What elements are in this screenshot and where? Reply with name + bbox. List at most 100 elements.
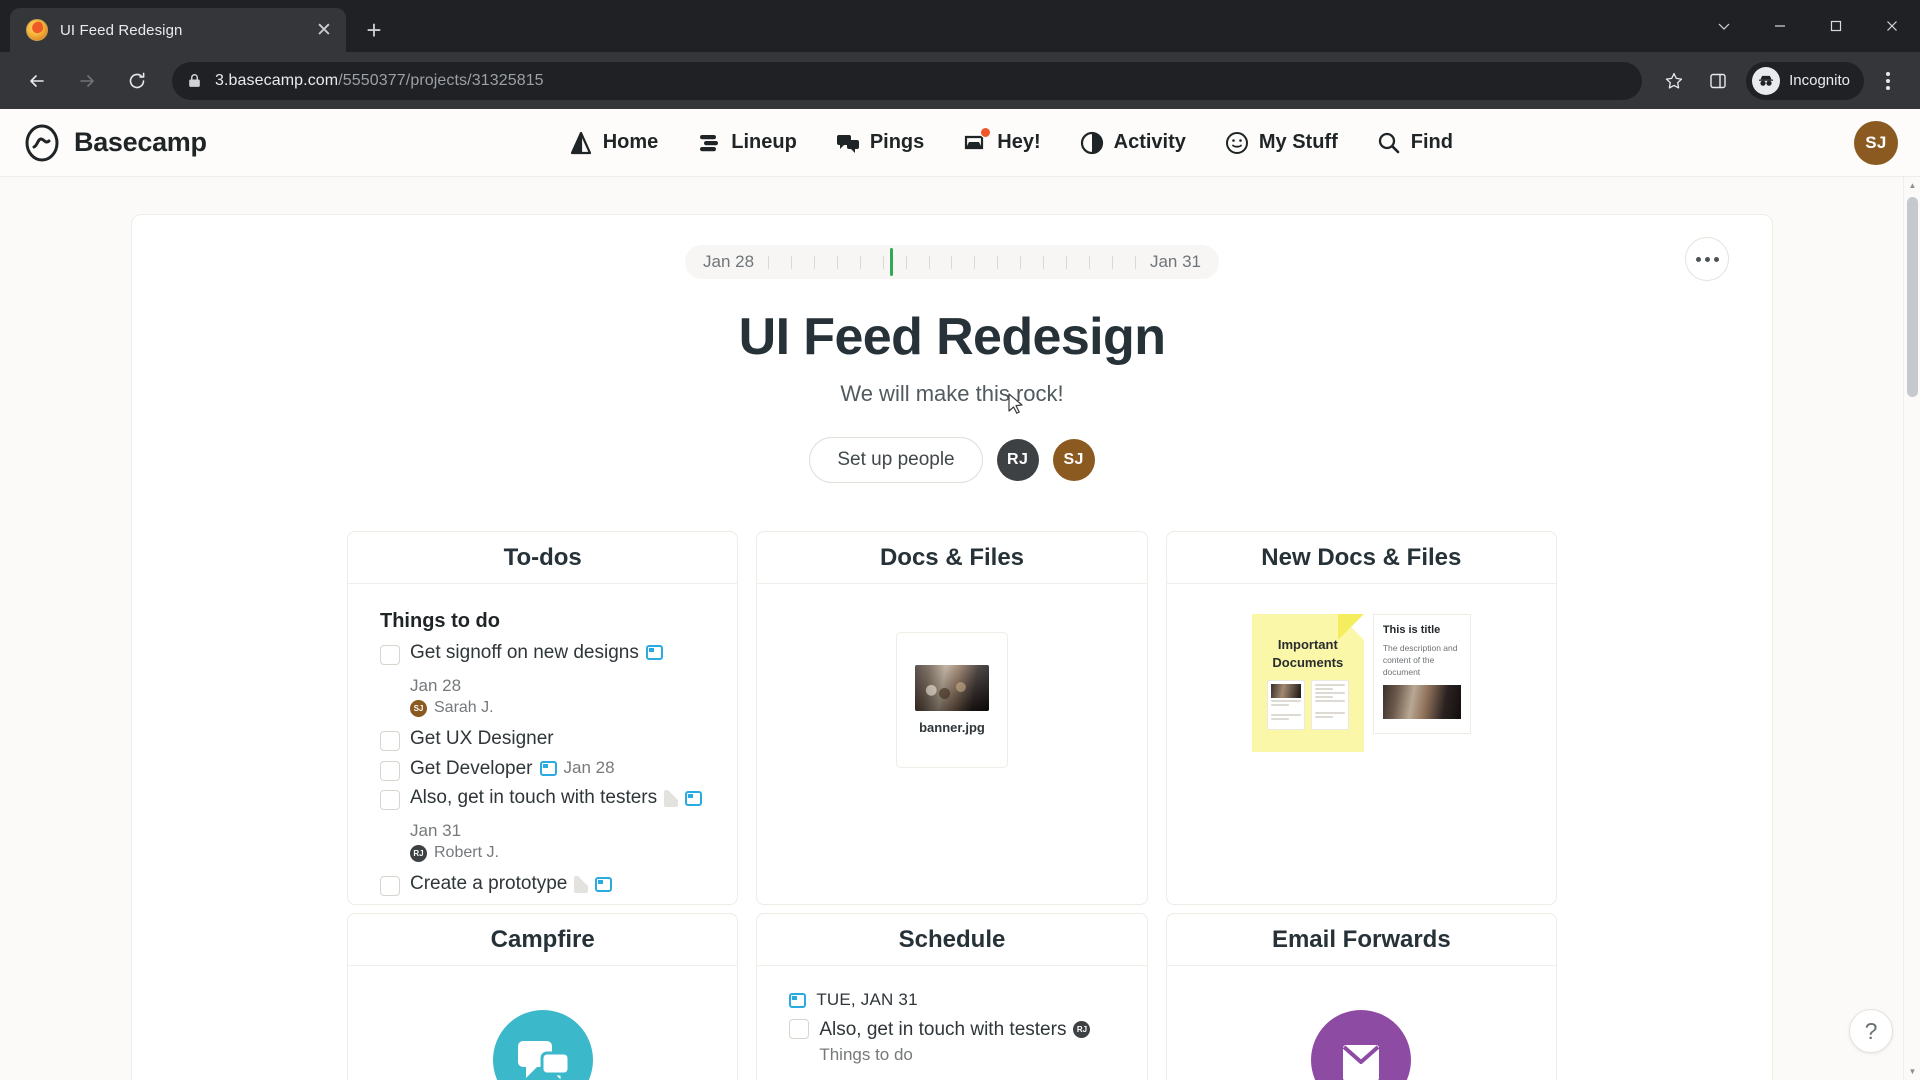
chevron-down-icon[interactable]	[1696, 0, 1752, 52]
help-button[interactable]: ?	[1849, 1009, 1893, 1053]
project-timeline[interactable]: Jan 28 Jan 31	[685, 245, 1219, 279]
address-bar[interactable]: 3.basecamp.com/5550377/projects/31325815	[172, 61, 1643, 100]
card-header: Schedule	[757, 914, 1147, 966]
side-panel-icon[interactable]	[1698, 61, 1738, 101]
avatar[interactable]: SJ	[1854, 120, 1898, 165]
nav-item-label: Activity	[1113, 131, 1186, 153]
list-item[interactable]: Get Developer Jan 28	[380, 755, 705, 783]
file-thumbnail	[1266, 680, 1305, 731]
todo-date: Jan 28	[563, 758, 615, 778]
list-item[interactable]: Also, get in touch with testers RJ Thing…	[789, 1016, 1114, 1065]
card-schedule[interactable]: Schedule TUE, JAN 31 Also, get in touch …	[756, 913, 1148, 1080]
page-viewport: Basecamp Home Lineup Pings Hey! Activity…	[0, 109, 1920, 1080]
document-preview-card[interactable]: This is title The description and conten…	[1372, 614, 1471, 734]
pings-chat-icon	[835, 130, 861, 156]
avatar[interactable]: RJ	[996, 439, 1039, 481]
url-text: 3.basecamp.com/5550377/projects/31325815	[215, 72, 544, 90]
list-item[interactable]: Create a prototype Jan 31 - Feb 2 RJ Rob…	[380, 870, 705, 904]
activity-pie-icon	[1079, 130, 1105, 156]
window-controls	[1696, 0, 1920, 52]
card-todos[interactable]: To-dos Things to do Get signoff on new d…	[347, 531, 739, 905]
basecamp-global-nav: Basecamp Home Lineup Pings Hey! Activity…	[0, 109, 1920, 177]
nav-item-label: Home	[602, 131, 659, 153]
card-body	[1167, 966, 1556, 1080]
nav-item-my-stuff[interactable]: My Stuff	[1224, 130, 1338, 156]
kebab-menu-icon[interactable]	[1868, 59, 1908, 103]
timeline-end-date: Jan 31	[1149, 252, 1201, 271]
browser-toolbar: 3.basecamp.com/5550377/projects/31325815…	[0, 52, 1920, 109]
star-icon[interactable]	[1654, 61, 1694, 101]
nav-item-find[interactable]: Find	[1376, 130, 1453, 156]
avatar[interactable]: SJ	[1052, 439, 1095, 481]
sticky-note-document[interactable]: Important Documents	[1251, 614, 1364, 752]
list-item[interactable]: Get signoff on new designs Jan 28 SJ Sar…	[380, 639, 705, 723]
card-header: Docs & Files	[757, 532, 1147, 584]
schedule-date-row: TUE, JAN 31	[789, 990, 1114, 1010]
close-icon[interactable]: ✕	[310, 16, 338, 44]
nav-item-home[interactable]: Home	[568, 130, 659, 156]
todo-checkbox[interactable]	[380, 790, 400, 811]
reload-icon[interactable]	[117, 61, 157, 101]
scrollbar-thumb[interactable]	[1907, 197, 1918, 397]
list-item[interactable]: Get UX Designer	[380, 725, 705, 753]
card-title: Campfire	[490, 925, 595, 953]
todo-checkbox[interactable]	[380, 645, 400, 665]
close-icon[interactable]	[1864, 0, 1920, 52]
set-up-people-button[interactable]: Set up people	[809, 437, 983, 483]
todo-group-title: Things to do	[380, 610, 500, 632]
nav-item-pings[interactable]: Pings	[835, 130, 924, 156]
document-icon	[664, 789, 679, 807]
nav-item-activity[interactable]: Activity	[1079, 130, 1186, 156]
card-body: Things to do Get signoff on new designs …	[348, 584, 737, 904]
browser-tab[interactable]: UI Feed Redesign ✕	[10, 8, 346, 52]
lineup-icon	[696, 130, 722, 156]
arrow-left-icon[interactable]	[17, 61, 57, 101]
scroll-up-icon[interactable]: ▲	[1904, 177, 1920, 194]
project-tools-grid: To-dos Things to do Get signoff on new d…	[132, 483, 1772, 1080]
avatar-initials: RJ	[1006, 451, 1029, 468]
page-scroll-area: Jan 28 Jan 31 UI Feed Redesign We will m…	[0, 177, 1920, 1080]
document-title: This is title	[1382, 624, 1441, 636]
minimize-icon[interactable]	[1752, 0, 1808, 52]
basecamp-logo[interactable]: Basecamp	[22, 123, 207, 163]
card-docs-files[interactable]: Docs & Files banner.jpg	[756, 531, 1148, 905]
mouse-cursor	[1008, 393, 1023, 414]
card-body	[348, 966, 737, 1080]
file-tile[interactable]: banner.jpg	[895, 632, 1008, 768]
ellipsis-icon[interactable]	[1685, 237, 1729, 281]
incognito-indicator[interactable]: Incognito	[1746, 61, 1864, 100]
card-new-docs-files[interactable]: New Docs & Files Important Documents Thi…	[1165, 531, 1557, 905]
nav-item-label: Lineup	[731, 131, 797, 153]
file-name: banner.jpg	[919, 720, 985, 735]
timeline-today-marker	[890, 248, 893, 276]
browser-tab-strip: UI Feed Redesign ✕ +	[0, 0, 1920, 52]
vertical-scrollbar[interactable]: ▲ ▼	[1903, 177, 1920, 1080]
nav-item-lineup[interactable]: Lineup	[696, 130, 797, 156]
todo-label: Also, get in touch with testers	[410, 787, 658, 809]
nav-item-label: My Stuff	[1258, 131, 1338, 153]
arrow-right-icon	[67, 61, 107, 101]
envelope-icon	[1311, 1010, 1412, 1080]
avatar-initials: SJ	[1063, 451, 1084, 468]
card-title: New Docs & Files	[1261, 543, 1462, 571]
project-people-row: Set up people RJ SJ	[132, 437, 1772, 483]
card-header: Campfire	[348, 914, 738, 966]
card-campfire[interactable]: Campfire	[347, 913, 739, 1080]
card-email-forwards[interactable]: Email Forwards	[1165, 913, 1557, 1080]
todo-checkbox[interactable]	[380, 760, 400, 781]
todo-date: Jan 28	[410, 675, 462, 695]
scroll-down-icon[interactable]: ▼	[1904, 1063, 1920, 1080]
todo-label: Get UX Designer	[410, 728, 554, 750]
browser-window: UI Feed Redesign ✕ + 3.basecamp.com/5550…	[0, 0, 1920, 1080]
todo-checkbox[interactable]	[380, 876, 400, 897]
url-domain: 3.basecamp.com	[215, 71, 339, 89]
restore-icon[interactable]	[1808, 0, 1864, 52]
avatar: RJ	[1073, 1021, 1091, 1039]
plus-icon[interactable]: +	[354, 10, 394, 50]
todo-checkbox[interactable]	[789, 1019, 810, 1039]
card-body: Important Documents This is title The de…	[1167, 584, 1556, 904]
todo-checkbox[interactable]	[380, 731, 400, 752]
document-description: The description and content of the docum…	[1382, 642, 1458, 678]
nav-item-hey[interactable]: Hey!	[962, 126, 1041, 156]
list-item[interactable]: Also, get in touch with testers Jan 31 R…	[380, 784, 705, 868]
